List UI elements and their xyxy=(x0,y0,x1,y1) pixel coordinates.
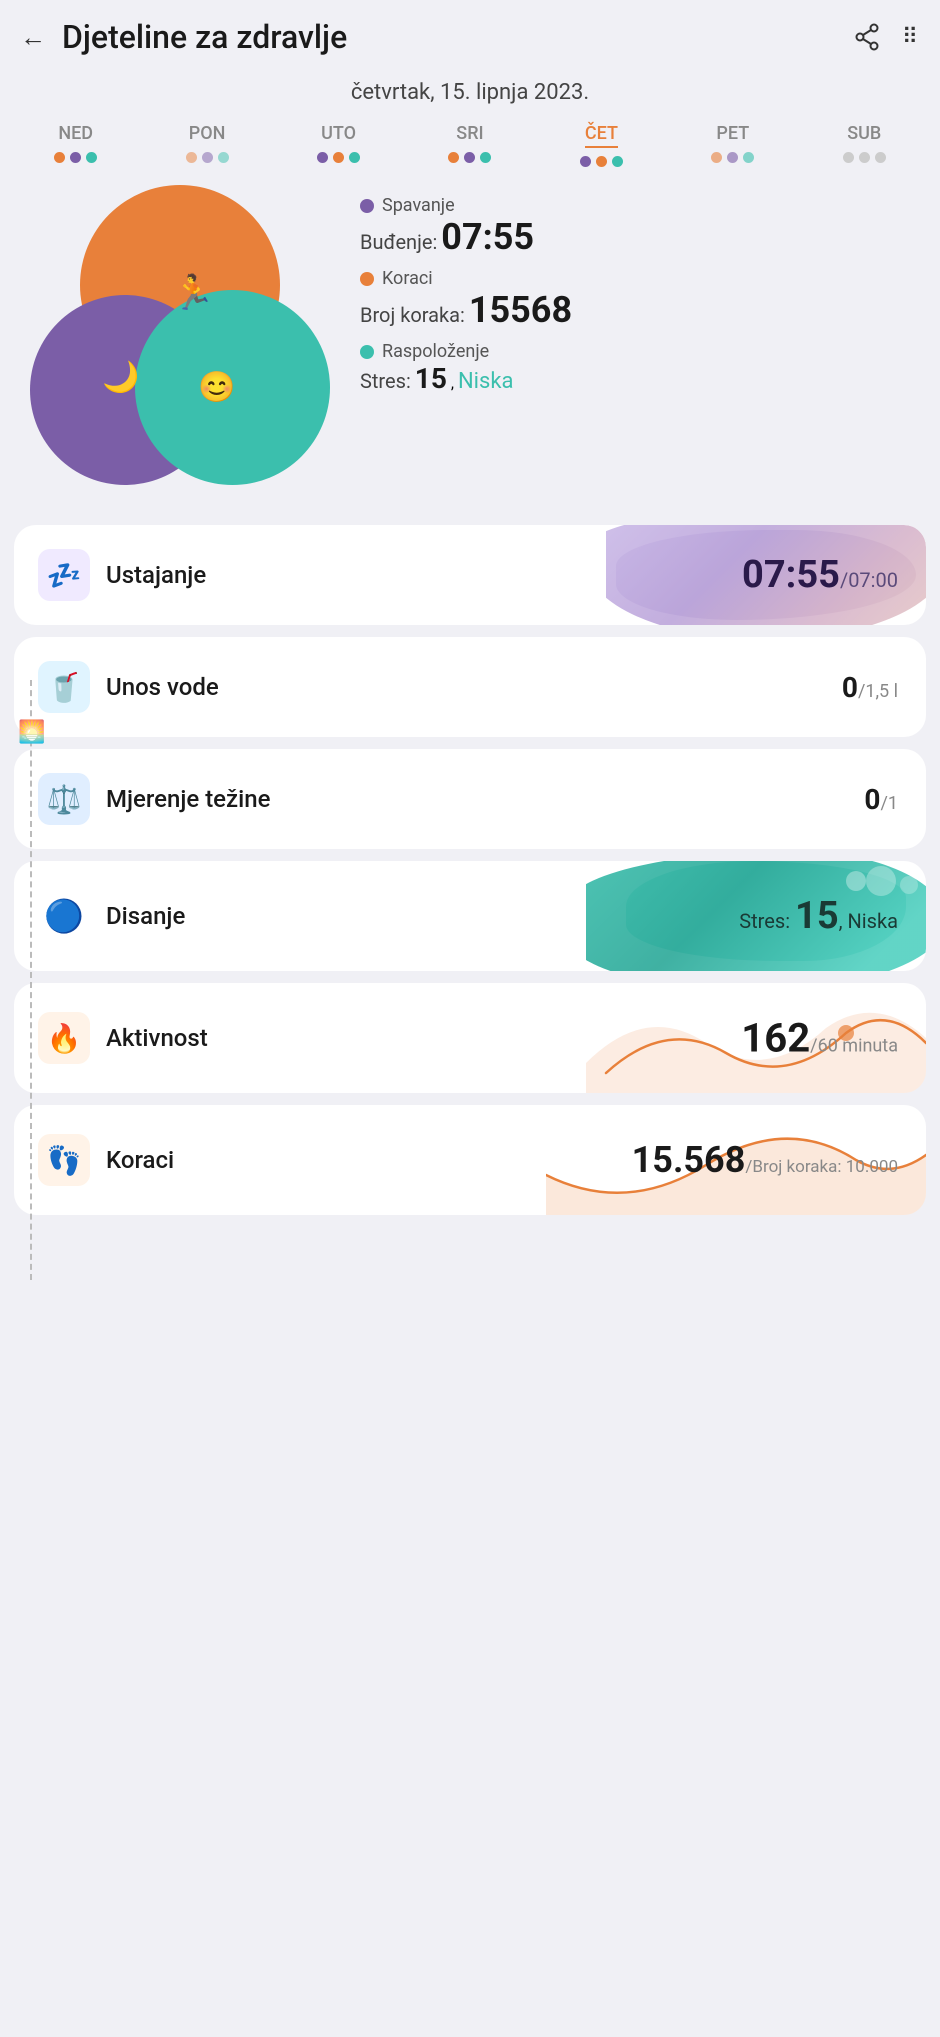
disanje-title: Disanje xyxy=(106,902,185,930)
day-dots-ned xyxy=(54,152,97,163)
sleep-wake-value: Buđenje: 07:55 xyxy=(360,216,920,258)
ustajanje-title: Ustajanje xyxy=(106,561,206,589)
scale-card-icon: ⚖️ xyxy=(47,783,82,816)
water-icon-wrap: 🥤 xyxy=(38,661,90,713)
smile-icon: 😊 xyxy=(198,370,235,405)
mjerenje-title: Mjerenje težine xyxy=(106,785,270,813)
steps-stat: Koraci Broj koraka: 15568 xyxy=(360,268,920,331)
day-label-sub: SUB xyxy=(847,123,881,144)
mood-label: Raspoloženje xyxy=(360,341,920,362)
steps-icon-wrap: 👣 xyxy=(38,1134,90,1186)
teal-deco-bubble2 xyxy=(866,866,896,896)
day-dots-pon xyxy=(186,152,229,163)
share-icon[interactable] xyxy=(852,22,882,52)
day-pet[interactable]: PET xyxy=(711,123,754,167)
aktivnost-value: 162/60 minuta xyxy=(741,1015,898,1062)
day-dots-cet xyxy=(580,156,623,167)
mood-stat: Raspoloženje Stres: 15 , Niska xyxy=(360,341,920,395)
day-label-pon: PON xyxy=(189,123,226,144)
day-cet[interactable]: ČET xyxy=(580,123,623,167)
day-label-cet: ČET xyxy=(585,123,618,148)
card-disanje[interactable]: 🔵 Disanje Stres: 15, Niska xyxy=(14,861,926,971)
disanje-stress-value: Stres: 15, Niska xyxy=(739,894,898,938)
week-selector: NED PON UTO SRI ČET xyxy=(0,123,940,167)
card-unos-vode[interactable]: 🥤 Unos vode 0/1,5 l xyxy=(14,637,926,737)
day-dots-sub xyxy=(843,152,886,163)
sleep-stat: Spavanje Buđenje: 07:55 xyxy=(360,195,920,258)
steps-label: Koraci xyxy=(360,268,920,289)
cards-section: 💤 Ustajanje 07:55/07:00 🥤 Unos vode 0/1,… xyxy=(0,525,940,1235)
runner-icon: 🏃 xyxy=(172,273,214,313)
teal-deco-bubble1 xyxy=(846,871,866,891)
menu-icon[interactable]: ⠿ xyxy=(902,25,920,50)
page-title: Djeteline za zdravlje xyxy=(62,18,347,56)
activity-card-icon: 🔥 xyxy=(47,1022,82,1055)
date-header: četvrtak, 15. lipnja 2023. xyxy=(0,80,940,105)
day-ned[interactable]: NED xyxy=(54,123,97,167)
sleep-label: Spavanje xyxy=(360,195,920,216)
day-sub[interactable]: SUB xyxy=(843,123,886,167)
main-section: 🏃 🌙 😊 Spavanje Buđenje: 07:55 Koraci Bro… xyxy=(0,185,940,525)
stats-panel: Spavanje Buđenje: 07:55 Koraci Broj kora… xyxy=(360,185,920,395)
stress-value: Stres: 15 , Niska xyxy=(360,362,920,395)
steps-count-value: Broj koraka: 15568 xyxy=(360,289,920,331)
day-sri[interactable]: SRI xyxy=(448,123,491,167)
breath-icon-wrap: 🔵 xyxy=(38,890,90,942)
card-koraci[interactable]: 👣 Koraci 15.568/Broj koraka: 10.000 xyxy=(14,1105,926,1215)
card-mjerenje-tezine[interactable]: ⚖️ Mjerenje težine 0/1 xyxy=(14,749,926,849)
teal-deco-bubble3 xyxy=(900,876,918,894)
koraci-title: Koraci xyxy=(106,1146,174,1174)
steps-card-icon: 👣 xyxy=(47,1144,82,1177)
sleep-icon-wrap: 💤 xyxy=(38,549,90,601)
clover-graphic: 🏃 🌙 😊 xyxy=(20,185,340,505)
top-bar-icons: ⠿ xyxy=(852,22,920,52)
ustajanje-sub-time: /07:00 xyxy=(840,568,898,592)
water-card-icon: 🥤 xyxy=(47,671,82,704)
day-dots-pet xyxy=(711,152,754,163)
unos-vode-value: 0/1,5 l xyxy=(842,671,926,704)
day-pon[interactable]: PON xyxy=(186,123,229,167)
breath-card-icon: 🔵 xyxy=(44,897,84,935)
day-uto[interactable]: UTO xyxy=(317,123,360,167)
ustajanje-time: 07:55/07:00 xyxy=(742,553,898,597)
unos-vode-title: Unos vode xyxy=(106,673,219,701)
sleep-card-icon: 💤 xyxy=(47,559,82,592)
day-label-sri: SRI xyxy=(456,123,483,144)
card-ustajanje[interactable]: 💤 Ustajanje 07:55/07:00 xyxy=(14,525,926,625)
day-dots-uto xyxy=(317,152,360,163)
card-unos-vode-left: 🥤 Unos vode xyxy=(14,639,842,735)
day-label-pet: PET xyxy=(716,123,749,144)
koraci-val: 15.568/Broj koraka: 10.000 xyxy=(632,1139,898,1181)
activity-icon-wrap: 🔥 xyxy=(38,1012,90,1064)
mjerenje-value: 0/1 xyxy=(864,783,926,816)
card-mjerenje-left: ⚖️ Mjerenje težine xyxy=(14,751,864,847)
card-aktivnost[interactable]: 🔥 Aktivnost 162/60 minuta xyxy=(14,983,926,1093)
day-label-ned: NED xyxy=(58,123,93,144)
day-label-uto: UTO xyxy=(321,123,356,144)
scale-icon-wrap: ⚖️ xyxy=(38,773,90,825)
top-bar: ← Djeteline za zdravlje ⠿ xyxy=(0,0,940,70)
ustajanje-main-time: 07:55 xyxy=(742,553,840,597)
day-dots-sri xyxy=(448,152,491,163)
back-button[interactable]: ← xyxy=(20,22,46,53)
aktivnost-title: Aktivnost xyxy=(106,1024,208,1052)
moon-icon: 🌙 xyxy=(102,360,139,395)
top-bar-left: ← Djeteline za zdravlje xyxy=(20,18,347,56)
stress-separator: , xyxy=(451,373,458,392)
